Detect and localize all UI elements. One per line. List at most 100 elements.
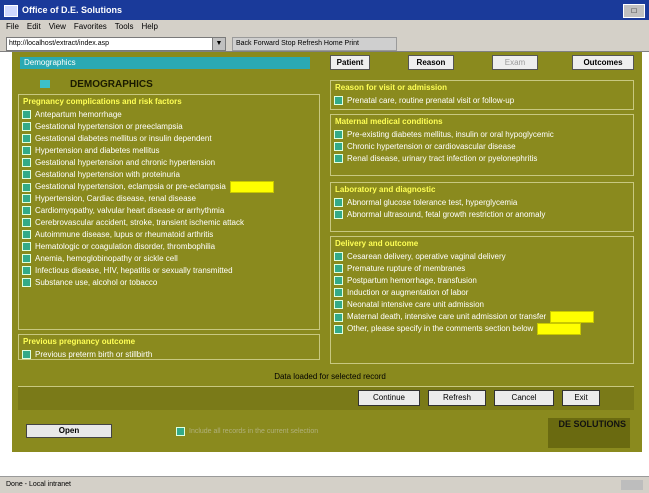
right-section-2: Laboratory and diagnostic Abnormal gluco… (330, 182, 634, 232)
menu-item-tools[interactable]: Tools (115, 22, 134, 31)
list-item[interactable]: Gestational diabetes mellitus or insulin… (22, 133, 319, 145)
list-item[interactable]: Hypertension, Cardiac disease, renal dis… (22, 193, 319, 205)
list-item[interactable]: Gestational hypertension with proteinuri… (22, 169, 319, 181)
checkbox-icon[interactable] (334, 276, 343, 286)
checkbox-icon[interactable] (334, 312, 343, 322)
list-item[interactable]: Pre-existing diabetes mellitus, insulin … (334, 129, 633, 141)
right-section-1: Maternal medical conditions Pre-existing… (330, 114, 634, 176)
list-item[interactable]: Gestational hypertension or preeclampsia (22, 121, 319, 133)
cancel-button[interactable]: Cancel (494, 390, 554, 406)
tab-demographics[interactable]: Demographics (20, 57, 310, 69)
checkbox-icon[interactable] (22, 182, 31, 192)
window-title: Office of D.E. Solutions (22, 5, 123, 15)
item-label: Postpartum hemorrhage, transfusion (347, 276, 477, 285)
tab-patient[interactable]: Patient (330, 55, 370, 70)
item-label: Maternal death, intensive care unit admi… (347, 312, 547, 322)
checkbox-icon[interactable] (334, 142, 343, 152)
checkbox-icon[interactable] (22, 218, 31, 228)
chevron-down-icon[interactable]: ▼ (212, 37, 226, 51)
list-item[interactable]: Renal disease, urinary tract infection o… (334, 153, 633, 165)
item-label: Previous preterm birth or stillbirth (35, 350, 153, 359)
checkbox-icon[interactable] (22, 266, 31, 276)
open-button[interactable]: Open (26, 424, 112, 438)
specify-input[interactable] (229, 181, 274, 193)
list-item[interactable]: Chronic hypertension or cardiovascular d… (334, 141, 633, 153)
checkbox-icon[interactable] (334, 252, 343, 262)
checkbox-icon[interactable] (334, 300, 343, 310)
tab-exam: Exam (492, 55, 538, 70)
list-item[interactable]: Prenatal care, routine prenatal visit or… (334, 95, 633, 107)
checkbox-icon[interactable] (22, 350, 31, 360)
item-label: Induction or augmentation of labor (347, 288, 469, 297)
toolbar-buttons[interactable]: Back Forward Stop Refresh Home Print (232, 37, 397, 51)
tab-reason[interactable]: Reason (408, 55, 454, 70)
panel-title-text: DEMOGRAPHICS (70, 79, 153, 90)
refresh-button[interactable]: Refresh (428, 390, 486, 406)
checkbox-icon[interactable] (334, 96, 343, 106)
right-section-0: Reason for visit or admission Prenatal c… (330, 80, 634, 110)
list-item[interactable]: Gestational hypertension, eclampsia or p… (22, 181, 319, 193)
exit-button[interactable]: Exit (562, 390, 600, 406)
checkbox-icon[interactable] (22, 278, 31, 288)
list-item[interactable]: Previous preterm birth or stillbirth (22, 349, 319, 361)
list-item[interactable]: Infectious disease, HIV, hepatitis or se… (22, 265, 319, 277)
item-label: Abnormal ultrasound, fetal growth restri… (347, 210, 546, 219)
list-item[interactable]: Abnormal glucose tolerance test, hypergl… (334, 197, 633, 209)
checkbox-icon[interactable] (22, 134, 31, 144)
list-item[interactable]: Substance use, alcohol or tobacco (22, 277, 319, 289)
tab-outcomes[interactable]: Outcomes (572, 55, 634, 70)
specify-input[interactable] (537, 323, 582, 335)
menu-item-edit[interactable]: Edit (27, 22, 41, 31)
item-label: Neonatal intensive care unit admission (347, 300, 484, 309)
checkbox-icon[interactable] (334, 288, 343, 298)
menu-item-view[interactable]: View (49, 22, 66, 31)
checkbox-icon[interactable] (22, 122, 31, 132)
list-item[interactable]: Cerebrovascular accident, stroke, transi… (22, 217, 319, 229)
menu-item-help[interactable]: Help (141, 22, 157, 31)
item-label: Antepartum hemorrhage (35, 110, 122, 119)
list-item[interactable]: Induction or augmentation of labor (334, 287, 633, 299)
list-item[interactable]: Premature rupture of membranes (334, 263, 633, 275)
checkbox-icon[interactable] (22, 110, 31, 120)
checkbox-icon[interactable] (334, 324, 343, 334)
include-all-option[interactable]: Include all records in the current selec… (176, 426, 436, 438)
checkbox-icon[interactable] (334, 154, 343, 164)
list-item[interactable]: Hematologic or coagulation disorder, thr… (22, 241, 319, 253)
address-input[interactable]: http://localhost/extract/index.asp (6, 37, 215, 51)
checkbox-icon[interactable] (22, 230, 31, 240)
list-item[interactable]: Anemia, hemoglobinopathy or sickle cell (22, 253, 319, 265)
menu-item-favorites[interactable]: Favorites (74, 22, 107, 31)
checkbox-icon[interactable] (334, 210, 343, 220)
checkbox-icon[interactable] (334, 264, 343, 274)
list-item[interactable]: Abnormal ultrasound, fetal growth restri… (334, 209, 633, 221)
list-item[interactable]: Hypertension and diabetes mellitus (22, 145, 319, 157)
checkbox-icon[interactable] (176, 426, 185, 436)
list-item[interactable]: Cardiomyopathy, valvular heart disease o… (22, 205, 319, 217)
item-label: Pre-existing diabetes mellitus, insulin … (347, 130, 554, 139)
list-item[interactable]: Neonatal intensive care unit admission (334, 299, 633, 311)
checkbox-icon[interactable] (22, 194, 31, 204)
list-item[interactable]: Autoimmune disease, lupus or rheumatoid … (22, 229, 319, 241)
checkbox-icon[interactable] (22, 170, 31, 180)
checkbox-icon[interactable] (22, 206, 31, 216)
list-item[interactable]: Postpartum hemorrhage, transfusion (334, 275, 633, 287)
checkbox-icon[interactable] (22, 254, 31, 264)
window-title-bar: Office of D.E. Solutions □ (0, 0, 649, 20)
checkbox-icon[interactable] (22, 242, 31, 252)
checkbox-icon[interactable] (22, 158, 31, 168)
maximize-icon[interactable]: □ (623, 4, 645, 18)
checkbox-icon[interactable] (334, 198, 343, 208)
section-title: Reason for visit or admission (335, 83, 448, 92)
list-item[interactable]: Maternal death, intensive care unit admi… (334, 311, 633, 323)
continue-button[interactable]: Continue (358, 390, 420, 406)
checkbox-icon[interactable] (334, 130, 343, 140)
list-item[interactable]: Cesarean delivery, operative vaginal del… (334, 251, 633, 263)
specify-input[interactable] (550, 311, 595, 323)
item-label: Gestational diabetes mellitus or insulin… (35, 134, 212, 143)
list-item[interactable]: Antepartum hemorrhage (22, 109, 319, 121)
list-item[interactable]: Gestational hypertension and chronic hyp… (22, 157, 319, 169)
checkbox-icon[interactable] (22, 146, 31, 156)
list-item[interactable]: Other, please specify in the comments se… (334, 323, 633, 335)
section-title: Delivery and outcome (335, 239, 419, 248)
menu-item-file[interactable]: File (6, 22, 19, 31)
